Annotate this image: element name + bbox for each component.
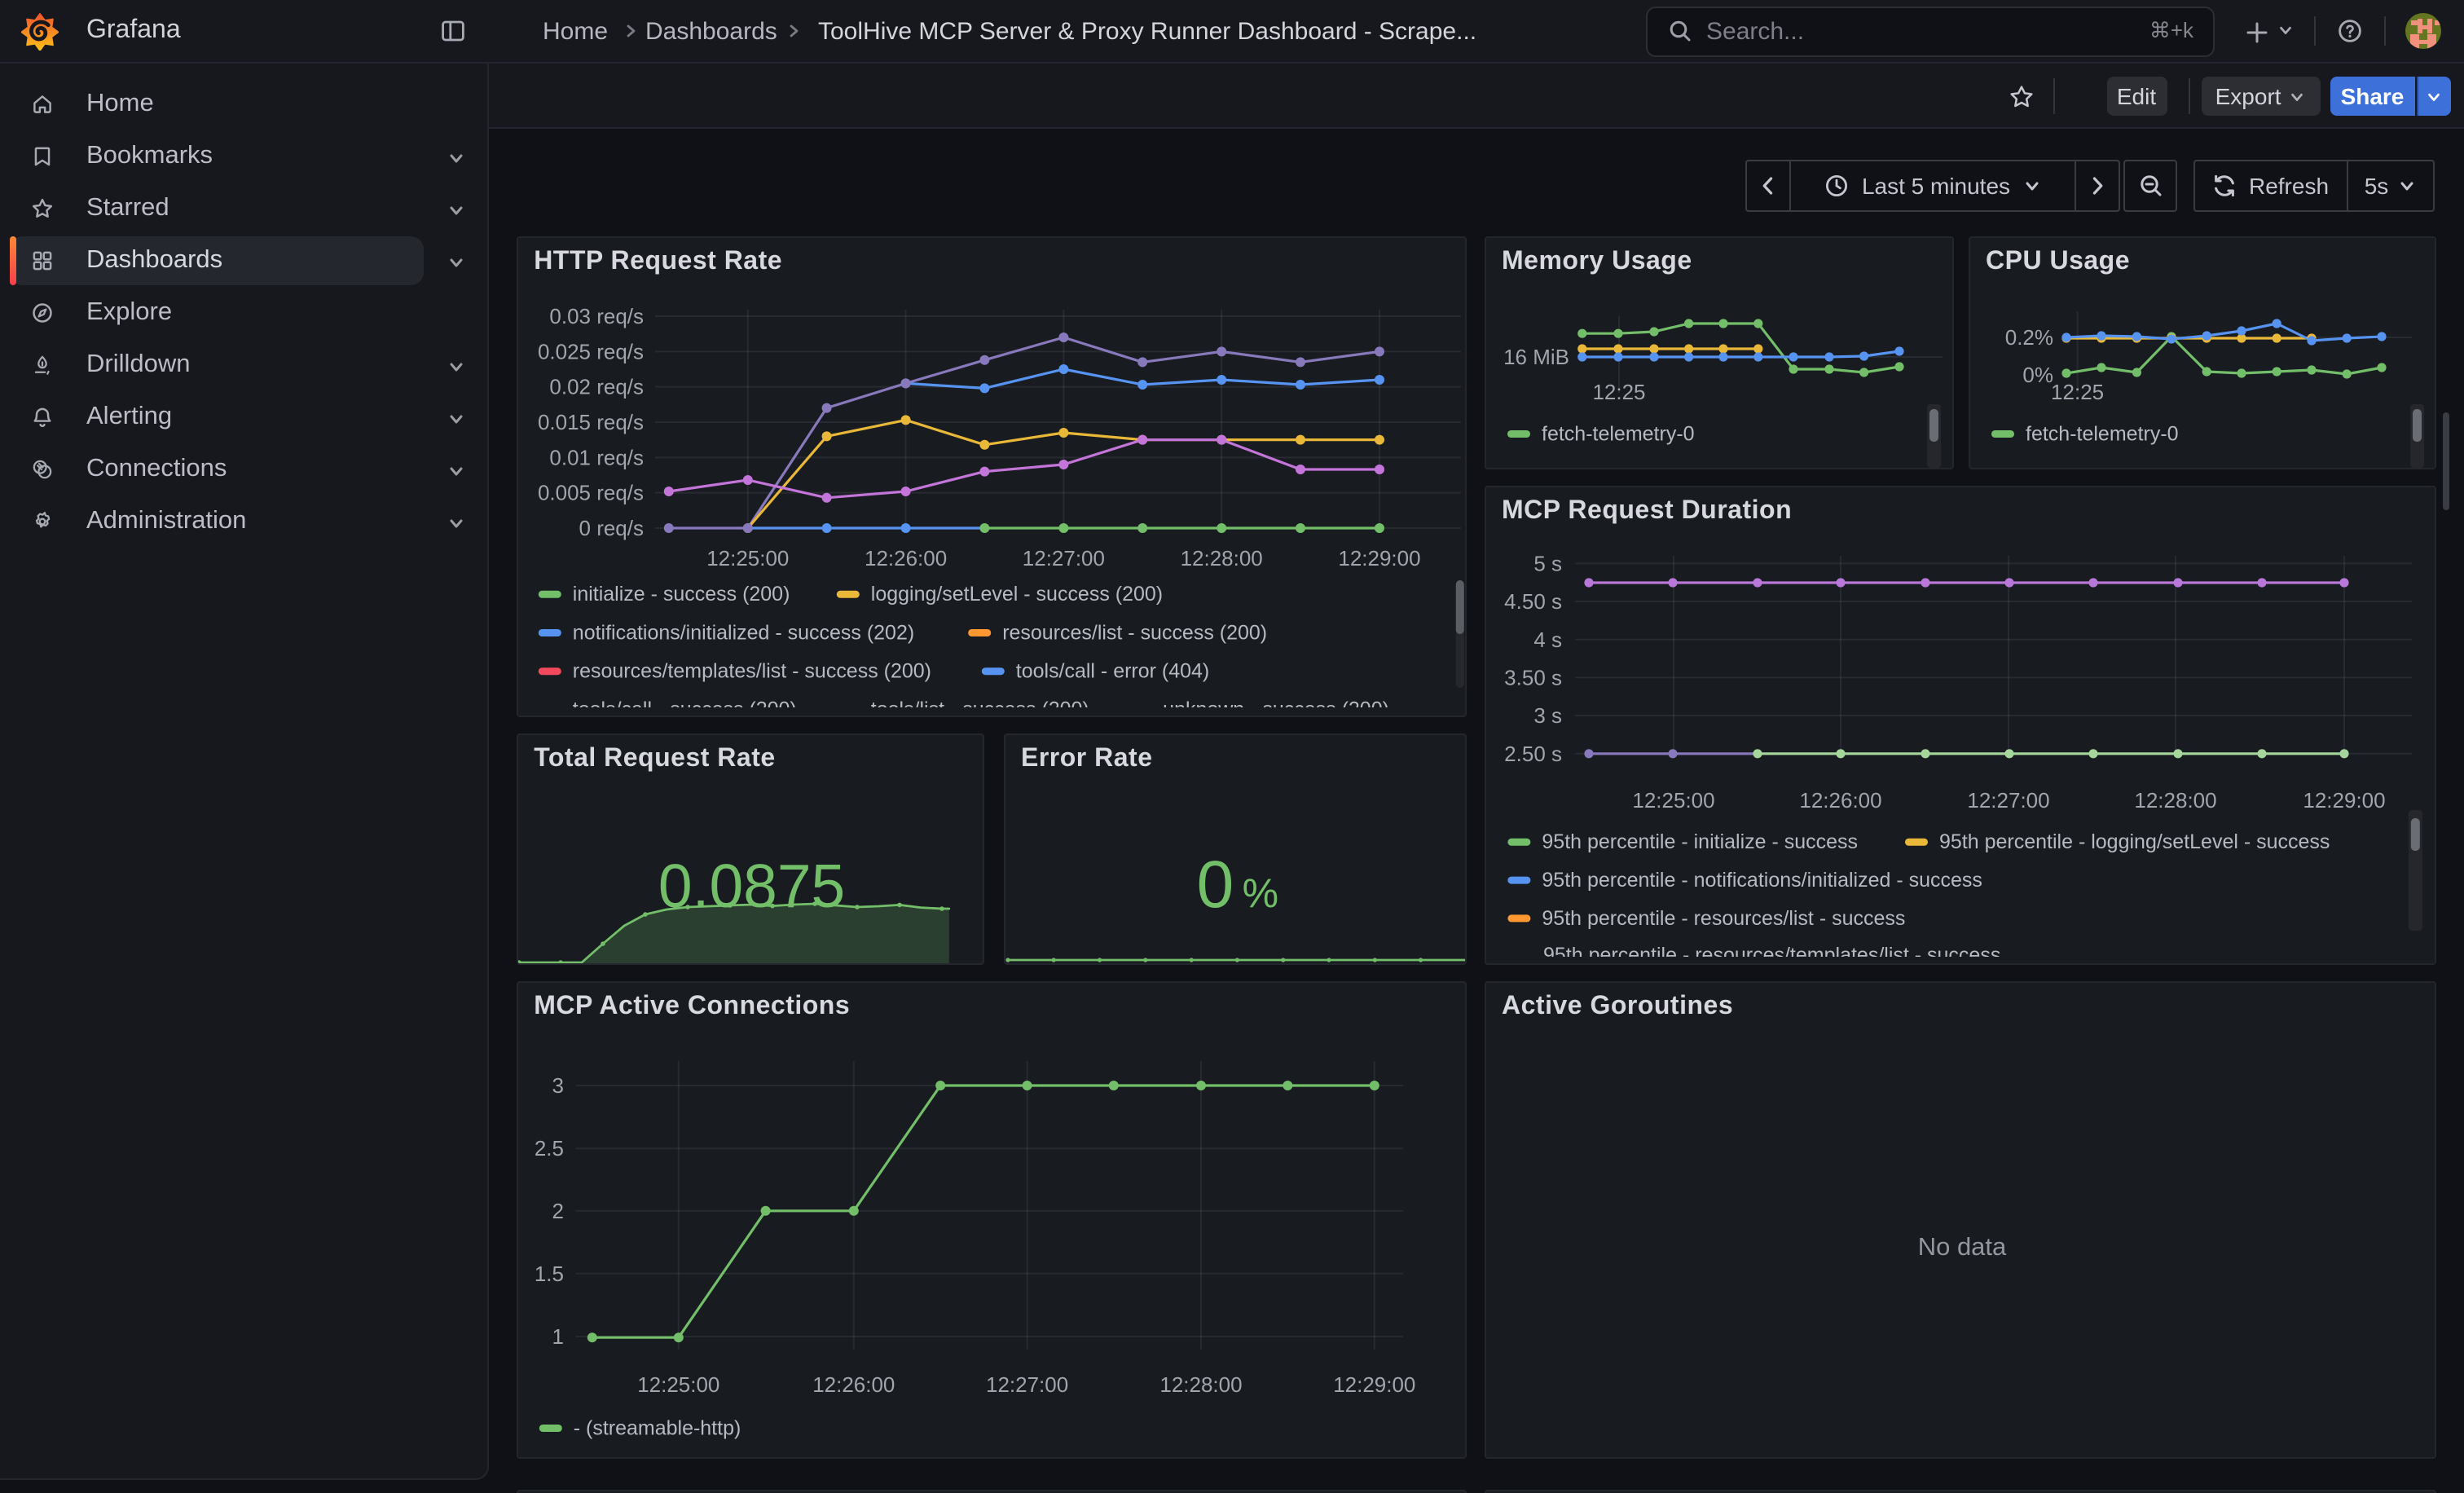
svg-text:95th percentile - logging/setL: 95th percentile - logging/setLevel - suc…: [1938, 830, 2329, 853]
svg-text:0.02 req/s: 0.02 req/s: [549, 375, 644, 399]
svg-text:fetch-telemetry-0: fetch-telemetry-0: [2025, 422, 2178, 445]
svg-text:5 s: 5 s: [1533, 551, 1561, 575]
svg-text:0.0875: 0.0875: [658, 852, 844, 920]
svg-text:3.50 s: 3.50 s: [1503, 665, 1561, 689]
svg-text:resources/list - success (200): resources/list - success (200): [1001, 621, 1266, 644]
svg-text:12:26:00: 12:26:00: [812, 1372, 894, 1397]
svg-text:12:28:00: 12:28:00: [1180, 546, 1262, 570]
svg-text:0.025 req/s: 0.025 req/s: [537, 339, 643, 363]
svg-text:2.5: 2.5: [534, 1136, 563, 1160]
svg-text:2.50 s: 2.50 s: [1503, 742, 1561, 766]
svg-text:12:28:00: 12:28:00: [1159, 1372, 1242, 1397]
svg-text:12:26:00: 12:26:00: [864, 546, 946, 570]
svg-text:%: %: [1242, 870, 1278, 916]
svg-text:tools/call - error (404): tools/call - error (404): [1015, 660, 1208, 683]
svg-text:- (streamable-http): - (streamable-http): [573, 1416, 741, 1439]
svg-text:3: 3: [552, 1073, 563, 1098]
svg-text:12:25: 12:25: [2050, 380, 2103, 404]
svg-text:12:29:00: 12:29:00: [1332, 1372, 1415, 1397]
svg-text:notifications/initialized - su: notifications/initialized - success (202…: [572, 621, 913, 644]
svg-text:2: 2: [552, 1199, 563, 1223]
svg-text:95th percentile - initialize -: 95th percentile - initialize - success: [1541, 830, 1857, 853]
svg-text:12:25:00: 12:25:00: [636, 1372, 719, 1397]
svg-text:0.01 req/s: 0.01 req/s: [549, 445, 644, 469]
svg-text:0%: 0%: [2022, 363, 2053, 387]
svg-text:0.005 req/s: 0.005 req/s: [537, 481, 643, 505]
svg-text:No data: No data: [1917, 1232, 2006, 1261]
svg-text:0.2%: 0.2%: [2004, 325, 2053, 350]
svg-text:0.03 req/s: 0.03 req/s: [549, 304, 644, 328]
svg-text:12:29:00: 12:29:00: [2302, 788, 2384, 813]
svg-text:3 s: 3 s: [1533, 703, 1561, 728]
svg-text:12:27:00: 12:27:00: [1022, 546, 1104, 570]
svg-text:initialize - success (200): initialize - success (200): [572, 583, 790, 606]
svg-text:95th percentile - notification: 95th percentile - notifications/initiali…: [1541, 869, 1982, 892]
svg-text:95th percentile - resources/li: 95th percentile - resources/list - succe…: [1541, 907, 1904, 930]
svg-text:fetch-telemetry-0: fetch-telemetry-0: [1541, 422, 1694, 445]
svg-text:12:27:00: 12:27:00: [985, 1372, 1067, 1397]
svg-text:12:25: 12:25: [1591, 380, 1644, 404]
svg-text:12:28:00: 12:28:00: [2133, 788, 2215, 813]
svg-text:1.5: 1.5: [534, 1262, 563, 1286]
svg-text:0 req/s: 0 req/s: [579, 516, 643, 540]
svg-text:1: 1: [552, 1324, 563, 1349]
svg-text:0: 0: [1196, 848, 1234, 922]
svg-text:0.015 req/s: 0.015 req/s: [537, 410, 643, 434]
svg-text:12:27:00: 12:27:00: [1966, 788, 2048, 813]
svg-text:16 MiB: 16 MiB: [1503, 345, 1569, 369]
svg-text:12:25:00: 12:25:00: [706, 546, 788, 570]
svg-text:12:25:00: 12:25:00: [1631, 788, 1714, 813]
svg-text:12:26:00: 12:26:00: [1798, 788, 1881, 813]
svg-text:12:29:00: 12:29:00: [1338, 546, 1420, 570]
svg-text:logging/setLevel - success (20: logging/setLevel - success (200): [870, 583, 1162, 606]
svg-text:4.50 s: 4.50 s: [1503, 589, 1561, 614]
svg-text:4 s: 4 s: [1533, 628, 1561, 652]
svg-text:resources/templates/list - suc: resources/templates/list - success (200): [572, 660, 931, 683]
